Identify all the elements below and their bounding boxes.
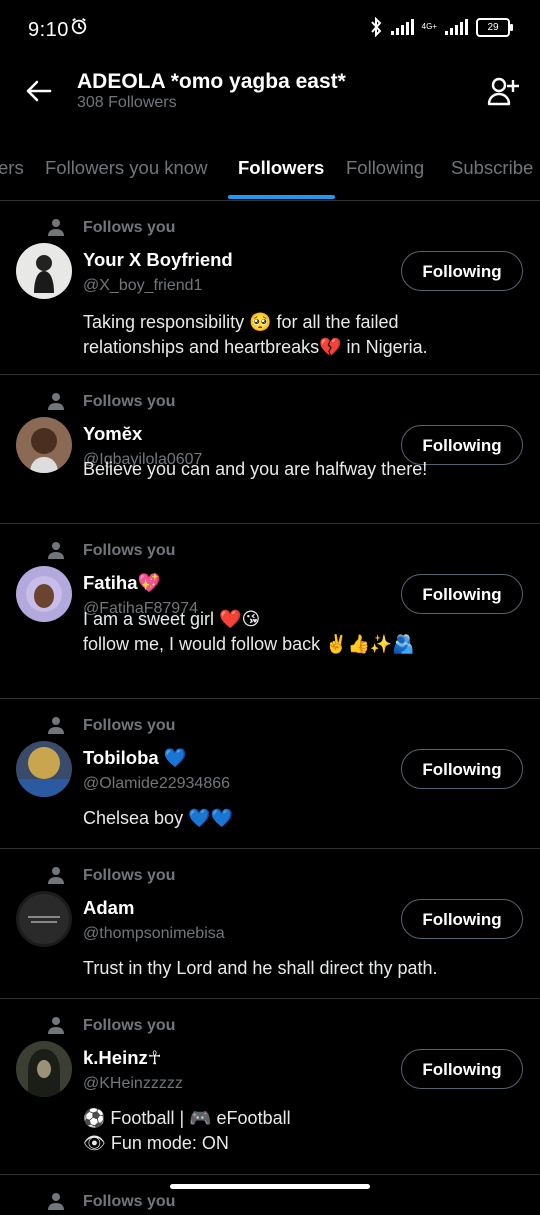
list-item[interactable]: Follows you Adam @thompsonimebisa Follow…	[0, 849, 540, 999]
following-button[interactable]: Following	[401, 251, 523, 291]
bio-text: Taking responsibility 🥺 for all the fail…	[83, 312, 428, 357]
username[interactable]: @thompsonimebisa	[83, 925, 225, 943]
status-time: 9:10	[28, 19, 69, 41]
tab-followers-you-know[interactable]: Followers you know	[45, 157, 207, 179]
follows-you-label: Follows you	[83, 717, 176, 734]
avatar[interactable]	[16, 566, 72, 622]
signal-icon-2	[445, 19, 468, 35]
display-name[interactable]: Your X Boyfriend	[83, 249, 233, 271]
display-name[interactable]: Tobiloba 💙	[83, 747, 187, 769]
avatar[interactable]	[16, 243, 72, 299]
bio-text: Believe you can and you are halfway ther…	[83, 459, 428, 479]
battery-icon: 29	[476, 17, 513, 37]
follows-you-label: Follows you	[83, 393, 176, 410]
battery-level: 29	[487, 21, 499, 33]
person-icon	[48, 393, 64, 410]
network-type: 4G+	[421, 22, 437, 31]
status-bar: 9:10 4G+ 29	[0, 0, 540, 60]
bluetooth-icon	[370, 17, 382, 37]
avatar[interactable]	[16, 891, 72, 947]
person-icon	[48, 717, 64, 734]
followers-count: 308 Followers	[77, 94, 177, 111]
active-tab-indicator	[228, 195, 335, 199]
followers-list: Follows you Your X Boyfriend @X_boy_frie…	[0, 201, 540, 1215]
following-button[interactable]: Following	[401, 574, 523, 614]
list-item[interactable]: Follows you	[0, 1175, 540, 1215]
username[interactable]: @X_boy_friend1	[83, 277, 202, 295]
list-item[interactable]: Follows you Tobiloba 💙 @Olamide22934866 …	[0, 699, 540, 849]
person-icon	[48, 867, 64, 884]
display-name[interactable]: Fatiha💖	[83, 572, 161, 594]
following-button[interactable]: Following	[401, 749, 523, 789]
display-name[interactable]: Adam	[83, 897, 134, 919]
page-title: ADEOLA *omo yagba east*	[77, 70, 346, 93]
follows-you-label: Follows you	[83, 542, 176, 559]
signal-icon	[390, 19, 414, 35]
tab-subscriptions[interactable]: Subscribe	[451, 157, 533, 179]
tab-bar: ers Followers you know Followers Followi…	[0, 134, 540, 201]
follows-you-label: Follows you	[83, 219, 176, 236]
profile-header: ADEOLA *omo yagba east* 308 Followers	[0, 60, 540, 134]
bio-text: ⚽ Football | 🎮 eFootball 👁 Fun mode: ON	[83, 1108, 291, 1153]
tab-following[interactable]: Following	[346, 157, 424, 179]
following-button[interactable]: Following	[401, 1049, 523, 1089]
alarm-icon	[71, 18, 87, 35]
display-name[interactable]: k.Heinz☥	[83, 1047, 162, 1069]
username[interactable]: @Olamide22934866	[83, 775, 230, 793]
home-indicator[interactable]	[170, 1184, 370, 1189]
bio-text: Chelsea boy 💙💙	[83, 808, 233, 828]
list-item[interactable]: Follows you Fatiha💖 @FatihaF87974 Follow…	[0, 524, 540, 699]
follows-you-label: Follows you	[83, 1193, 176, 1210]
tab-verified-followers[interactable]: ers	[0, 157, 24, 179]
display-name[interactable]: Yomĕx	[83, 423, 142, 445]
following-button[interactable]: Following	[401, 899, 523, 939]
list-item[interactable]: Follows you Yomĕx @Igbayilola0607 Follow…	[0, 375, 540, 524]
username[interactable]: @KHeinzzzzz	[83, 1075, 183, 1093]
bio-text: Trust in thy Lord and he shall direct th…	[83, 958, 438, 978]
avatar[interactable]	[16, 417, 72, 473]
follows-you-label: Follows you	[83, 867, 176, 884]
person-icon	[48, 1193, 64, 1210]
person-icon	[48, 542, 64, 559]
avatar[interactable]	[16, 741, 72, 797]
list-item[interactable]: Follows you Your X Boyfriend @X_boy_frie…	[0, 201, 540, 375]
follows-you-label: Follows you	[83, 1017, 176, 1034]
list-item[interactable]: Follows you k.Heinz☥ @KHeinzzzzz Followi…	[0, 999, 540, 1175]
bio-text: I am a sweet girl ❤️😘 follow me, I would…	[83, 609, 415, 654]
avatar[interactable]	[16, 1041, 72, 1097]
back-arrow-icon[interactable]	[24, 76, 54, 106]
person-icon	[48, 1017, 64, 1034]
add-user-icon[interactable]	[486, 74, 520, 108]
person-icon	[48, 219, 64, 236]
tab-followers[interactable]: Followers	[238, 157, 324, 179]
